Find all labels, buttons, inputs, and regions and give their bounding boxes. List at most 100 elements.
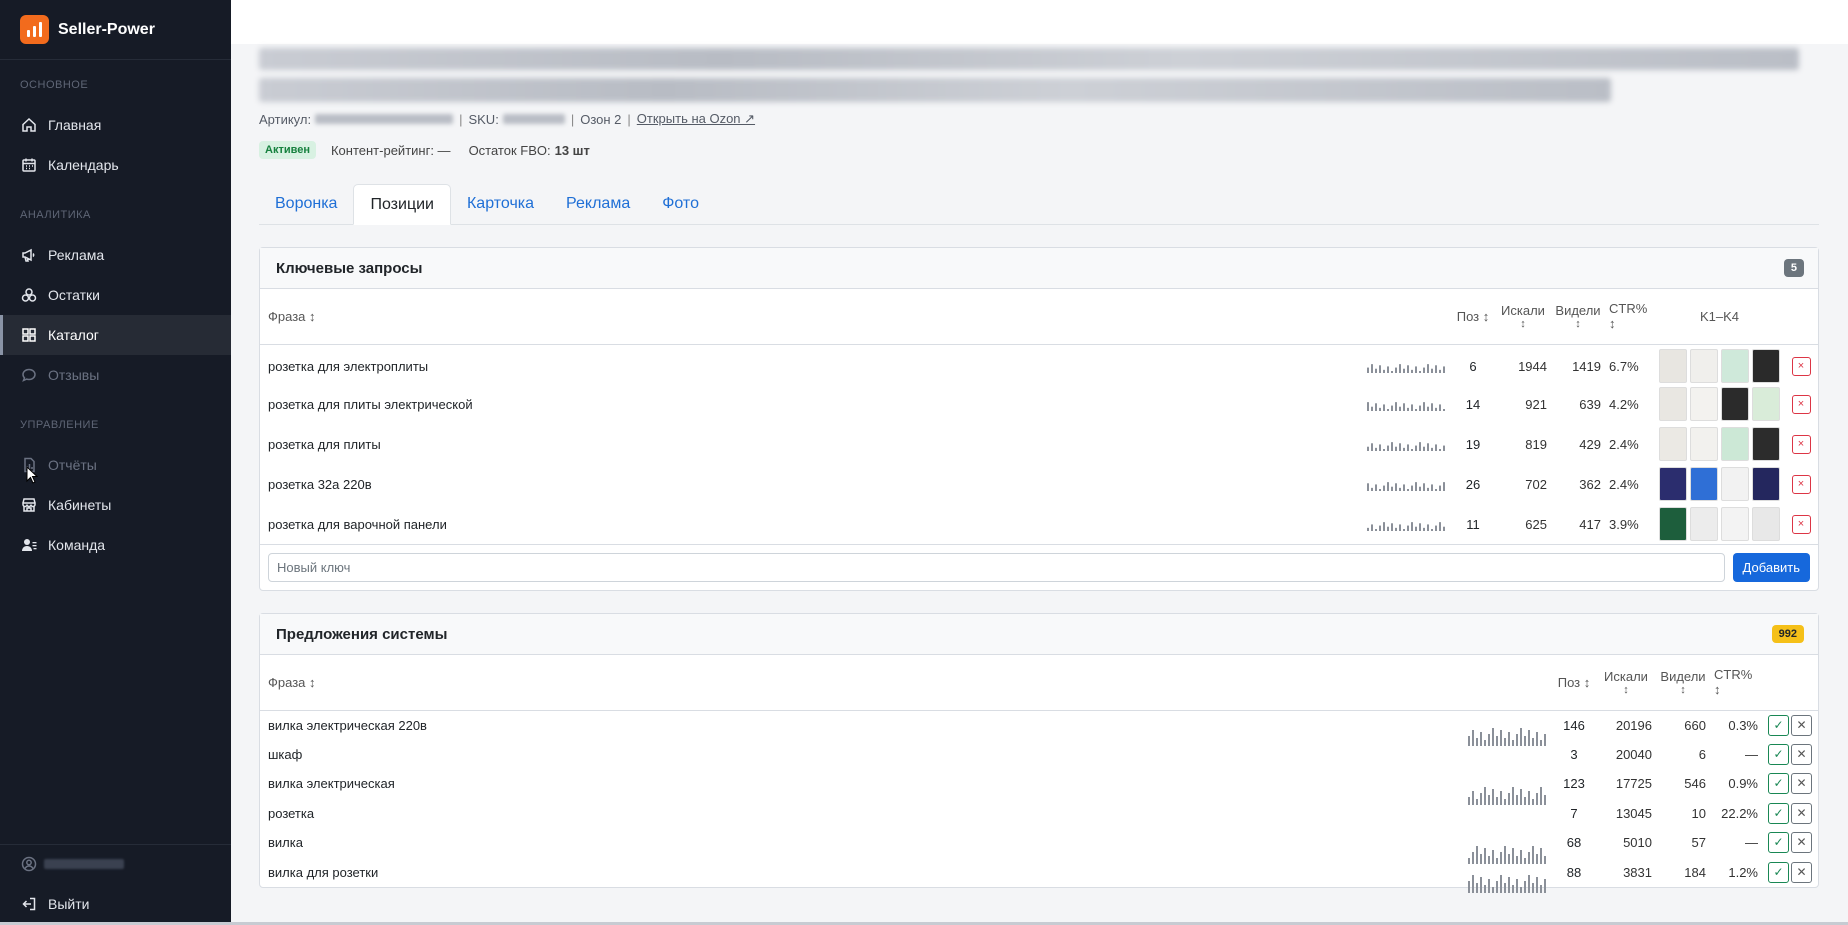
sidebar-item-home[interactable]: Главная: [0, 105, 231, 145]
remove-keyword-button[interactable]: ×: [1791, 394, 1811, 414]
keyword-pos: 6: [1469, 358, 1477, 374]
tab-funnel[interactable]: Воронка: [259, 184, 353, 225]
competitor-thumbnail[interactable]: [1659, 427, 1687, 461]
sidebar-item-calendar[interactable]: Календарь: [0, 145, 231, 185]
col-pos[interactable]: Поз ↕: [1552, 655, 1596, 710]
sidebar-item-ads[interactable]: Реклама: [0, 235, 231, 275]
sidebar-item-team[interactable]: Команда: [0, 525, 231, 565]
add-keyword-button[interactable]: Добавить: [1732, 553, 1810, 582]
competitor-thumbnail[interactable]: [1721, 387, 1749, 421]
sidebar-item-label: Каталог: [48, 327, 99, 343]
tab-card[interactable]: Карточка: [451, 184, 550, 225]
competitor-thumbnail[interactable]: [1752, 427, 1780, 461]
suggestion-searched: 5010: [1623, 835, 1652, 851]
tab-photo[interactable]: Фото: [646, 184, 715, 225]
competitor-thumbnail[interactable]: [1690, 507, 1718, 541]
suggestion-ctr: —: [1745, 746, 1758, 762]
competitor-thumbnail[interactable]: [1752, 467, 1780, 501]
col-phrase[interactable]: Фраза ↕: [260, 655, 1462, 710]
brand[interactable]: Seller-Power: [0, 0, 231, 60]
top-competitors: [1655, 424, 1784, 464]
tab-ads[interactable]: Реклама: [550, 184, 646, 225]
reject-suggestion-button[interactable]: ✕: [1791, 832, 1812, 854]
suggestion-seen: 10: [1691, 805, 1706, 821]
accept-suggestion-button[interactable]: ✓: [1768, 773, 1789, 795]
competitor-thumbnail[interactable]: [1690, 349, 1718, 384]
col-seen[interactable]: Видели ↕: [1551, 289, 1605, 344]
competitor-thumbnail[interactable]: [1659, 349, 1687, 384]
table-header-row: Фраза ↕ Поз ↕ Искали ↕ Видели ↕ CTR% ↕: [260, 655, 1818, 710]
remove-keyword-button[interactable]: ×: [1791, 356, 1811, 376]
competitor-thumbnail[interactable]: [1690, 467, 1718, 501]
col-top: K1–K4: [1699, 308, 1740, 324]
top-competitors: [1655, 504, 1784, 544]
sidebar-item-stock[interactable]: Остатки: [0, 275, 231, 315]
sidebar-item-label: Реклама: [48, 247, 105, 263]
competitor-thumbnail[interactable]: [1752, 507, 1780, 541]
trend-chart: [1367, 399, 1447, 412]
sidebar-item-cabinets[interactable]: Кабинеты: [0, 485, 231, 525]
article-value-redacted: [315, 114, 454, 124]
competitor-thumbnail[interactable]: [1721, 349, 1749, 384]
reject-suggestion-button[interactable]: ✕: [1791, 773, 1812, 795]
reject-suggestion-button[interactable]: ✕: [1791, 802, 1812, 824]
col-seen[interactable]: Видели ↕: [1656, 655, 1710, 710]
suggestion-phrase: розетка: [268, 805, 315, 821]
competitor-thumbnail[interactable]: [1721, 507, 1749, 541]
competitor-thumbnail[interactable]: [1659, 507, 1687, 541]
keywords-title: Ключевые запросы: [276, 259, 423, 277]
competitor-thumbnail[interactable]: [1721, 427, 1749, 461]
logo-icon: [20, 15, 49, 44]
col-ctr[interactable]: CTR% ↕: [1710, 655, 1762, 710]
sku-label: SKU:: [468, 111, 499, 127]
reject-suggestion-button[interactable]: ✕: [1791, 714, 1812, 736]
suggestion-row: вилка электрическая 123 17725 546 0.9% ✓ ✕: [260, 769, 1818, 805]
sidebar-item-reviews[interactable]: Отзывы: [0, 355, 231, 395]
competitor-thumbnail[interactable]: [1752, 387, 1780, 421]
trend-chart: [1468, 838, 1548, 864]
reject-suggestion-button[interactable]: ✕: [1791, 743, 1812, 765]
suggestion-row: шкаф 3 20040 6 — ✓ ✕: [260, 740, 1818, 770]
divider: |: [459, 111, 463, 127]
accept-suggestion-button[interactable]: ✓: [1768, 743, 1789, 765]
competitor-thumbnail[interactable]: [1659, 467, 1687, 501]
accept-suggestion-button[interactable]: ✓: [1768, 861, 1789, 883]
reject-suggestion-button[interactable]: ✕: [1791, 861, 1812, 883]
col-phrase[interactable]: Фраза ↕: [260, 289, 1361, 344]
user-profile[interactable]: [0, 845, 231, 883]
col-searched[interactable]: Искали ↕: [1596, 655, 1656, 710]
remove-keyword-button[interactable]: ×: [1791, 514, 1811, 534]
sidebar-item-catalog[interactable]: Каталог: [0, 315, 231, 355]
competitor-thumbnail[interactable]: [1690, 427, 1718, 461]
competitor-thumbnail[interactable]: [1752, 349, 1780, 384]
accept-suggestion-button[interactable]: ✓: [1768, 802, 1789, 824]
new-keyword-input[interactable]: [268, 553, 1725, 582]
col-ctr[interactable]: CTR% ↕: [1605, 289, 1655, 344]
trend-chart: [1367, 479, 1447, 492]
competitor-thumbnail[interactable]: [1721, 467, 1749, 501]
keywords-header: Ключевые запросы 5: [260, 248, 1818, 289]
user-icon: [20, 855, 38, 873]
remove-keyword-button[interactable]: ×: [1791, 434, 1811, 454]
accept-suggestion-button[interactable]: ✓: [1768, 714, 1789, 736]
trend-chart: [1367, 519, 1447, 532]
remove-keyword-button[interactable]: ×: [1791, 474, 1811, 494]
suggestion-searched: 20040: [1615, 746, 1652, 762]
competitor-thumbnail[interactable]: [1659, 387, 1687, 421]
keyword-pos: 26: [1465, 476, 1481, 492]
product-title-redacted: [259, 48, 1799, 70]
sidebar-item-label: Кабинеты: [48, 497, 112, 513]
logout-button[interactable]: Выйти: [0, 883, 231, 925]
user-name-redacted: [44, 859, 124, 869]
thumbnails: [1659, 349, 1780, 384]
open-on-ozon-link[interactable]: Открыть на Ozon ↗: [637, 111, 755, 127]
sidebar-footer: Выйти: [0, 844, 231, 925]
competitor-thumbnail[interactable]: [1690, 387, 1718, 421]
top-bar: [231, 0, 1848, 44]
col-actions: [1762, 655, 1818, 710]
suggestion-pos: 7: [1570, 805, 1578, 821]
col-pos[interactable]: Поз ↕: [1451, 289, 1495, 344]
accept-suggestion-button[interactable]: ✓: [1768, 832, 1789, 854]
tab-positions[interactable]: Позиции: [353, 184, 451, 225]
col-searched[interactable]: Искали ↕: [1495, 289, 1551, 344]
